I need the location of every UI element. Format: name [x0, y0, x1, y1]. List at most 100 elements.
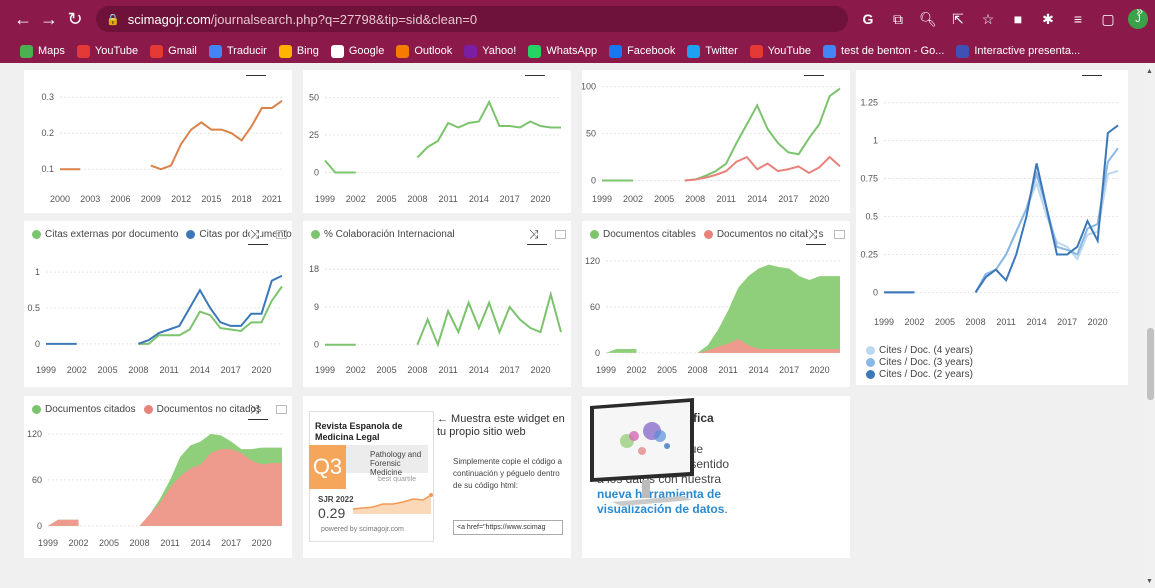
x-tick-label: 2011 [996, 317, 1015, 327]
bookmark-item[interactable]: Outlook [396, 44, 452, 58]
reload-button[interactable]: ↻ [62, 9, 88, 30]
x-tick-label: 2005 [377, 365, 397, 375]
x-tick-label: 2014 [747, 194, 767, 204]
legend-item[interactable]: Cites / Doc. (2 years) [866, 369, 973, 380]
bookmark-item[interactable]: Google [330, 44, 385, 58]
line-series-1 [684, 155, 841, 182]
x-tick-label: 2018 [232, 194, 252, 204]
google-icon[interactable]: G [858, 8, 878, 30]
x-tick-label: 2017 [500, 365, 520, 375]
puzzle-icon[interactable]: ✱ [1038, 8, 1058, 30]
bookmark-icon [330, 44, 344, 58]
y-tick-label: 0.5 [865, 211, 878, 221]
share-icon[interactable]: ⇱ [948, 8, 968, 30]
line-series-0 [138, 285, 283, 345]
line-series-0 [324, 159, 356, 174]
y-tick-label: 9 [314, 302, 319, 312]
extension-icon[interactable]: ■ [1008, 8, 1028, 30]
x-tick-label: 2014 [1027, 317, 1047, 327]
scroll-down-arrow-icon[interactable]: ▼ [1146, 578, 1153, 585]
x-tick-label: 2017 [500, 194, 520, 204]
legend-item[interactable]: Cites / Doc. (3 years) [866, 357, 973, 368]
widget-sparkline [353, 493, 433, 514]
y-tick-label: 1 [873, 136, 878, 146]
bookmark-item[interactable]: Interactive presenta... [956, 44, 1080, 58]
bookmark-item[interactable]: YouTube [749, 44, 811, 58]
bookmarks-more-icon[interactable]: » [1136, 4, 1143, 18]
scrollbar-thumb[interactable] [1147, 328, 1154, 400]
bookmark-item[interactable]: YouTube [76, 44, 139, 58]
y-tick-label: 0.5 [27, 303, 40, 313]
zoom-icon[interactable]: 🔍︎ [918, 8, 938, 30]
star-icon[interactable]: ☆ [978, 8, 998, 30]
line-chart-1: 0.1 0.2 0.3 2000 2003 2006 2009 2012 2015 2018 202… [41, 92, 283, 204]
x-tick-label: 2005 [98, 365, 118, 375]
area-series-0 [606, 349, 637, 353]
x-tick-label: 2006 [111, 194, 131, 204]
y-tick-label: 50 [586, 129, 596, 139]
bookmark-label: YouTube [94, 45, 139, 57]
legend-label: Cites / Doc. (3 years) [879, 357, 973, 368]
chart-card-7: Documentos citables Documentos no citabl… [582, 221, 850, 387]
bookmark-item[interactable]: test de benton - Go... [823, 44, 944, 58]
y-tick-label: 0 [595, 348, 600, 358]
bookmark-item[interactable]: Twitter [687, 44, 738, 58]
grafica-card[interactable]: G SCImago Gráfica Explore, comunique vis… [582, 396, 850, 558]
address-bar[interactable]: 🔒 scimagojr.com/journalsearch.php?q=2779… [96, 6, 848, 32]
x-tick-label: 1999 [36, 365, 56, 375]
widget-invite-text: ← Muestra este widget en tu propio sitio… [437, 413, 565, 438]
widget-sjr-label: SJR 2022 [318, 495, 354, 504]
legend-label: Cites / Doc. (2 years) [879, 369, 973, 380]
reading-list-icon[interactable]: ≡ [1068, 8, 1088, 30]
y-tick-label: 100 [582, 82, 596, 92]
x-tick-label: 2014 [191, 538, 211, 548]
legend-dot [866, 346, 875, 355]
bookmark-item[interactable]: Bing [278, 44, 319, 58]
x-tick-label: 2003 [80, 194, 100, 204]
y-tick-label: 0 [591, 175, 596, 185]
bookmark-item[interactable]: Yahoo! [464, 44, 516, 58]
line-series-0 [974, 169, 1119, 293]
x-tick-label: 2002 [67, 365, 87, 375]
scroll-up-arrow-icon[interactable]: ▲ [1146, 68, 1153, 75]
x-tick-label: 2020 [530, 365, 550, 375]
bookmark-label: Traducir [226, 45, 267, 57]
y-tick-label: 0.3 [41, 92, 54, 102]
side-panel-icon[interactable]: ▢ [1098, 8, 1118, 30]
x-tick-label: 2002 [627, 365, 647, 375]
bookmark-item[interactable]: WhatsApp [528, 44, 597, 58]
bookmark-item[interactable]: Gmail [150, 44, 197, 58]
x-tick-label: 1999 [315, 194, 335, 204]
forward-button[interactable]: → [36, 9, 62, 30]
bookmark-item[interactable]: Facebook [609, 44, 676, 58]
widget-sjr-value: 0.29 [318, 505, 346, 521]
x-tick-label: 2020 [251, 365, 271, 375]
bookmark-icon [823, 44, 837, 58]
bookmark-label: Google [348, 45, 385, 57]
widget-instructions: Simplemente copie el código a continuaci… [453, 457, 562, 490]
widget-powered-by: powered by scimagojr.com [321, 526, 404, 533]
back-button[interactable]: ← [10, 9, 36, 30]
bookmark-item[interactable]: Maps [20, 44, 65, 58]
x-tick-label: 2008 [685, 194, 705, 204]
widget-code-input[interactable]: <a href="https://www.scimag [453, 520, 563, 535]
bookmark-icon [609, 44, 623, 58]
y-tick-label: 0 [35, 339, 40, 349]
widget-quartile: Q3 [309, 445, 346, 489]
x-tick-label: 2002 [346, 194, 366, 204]
y-tick-label: 0 [314, 340, 319, 350]
monitor-illustration [590, 398, 694, 506]
y-tick-label: 0.75 [860, 174, 878, 184]
bookmark-label: Facebook [627, 45, 676, 57]
y-tick-label: 0.25 [860, 249, 878, 259]
line-chart-2: 0 25 50 1999 2002 2005 2008 2011 2014 2017 2020 [309, 93, 561, 204]
page-scrollbar[interactable] [1145, 63, 1155, 588]
translate-icon[interactable]: ⧉ [888, 8, 908, 30]
bookmark-item[interactable]: Traducir [208, 44, 267, 58]
x-tick-label: 2020 [252, 538, 272, 548]
x-tick-label: 2005 [377, 194, 397, 204]
widget-journal-name: Revista Espanola de Medicina Legal [315, 421, 403, 442]
chart-card-2: 0 25 50 1999 2002 2005 2008 2011 2014 2017 2020 [303, 70, 571, 213]
x-tick-label: 2020 [1088, 317, 1108, 327]
legend-item[interactable]: Cites / Doc. (4 years) [866, 345, 973, 356]
